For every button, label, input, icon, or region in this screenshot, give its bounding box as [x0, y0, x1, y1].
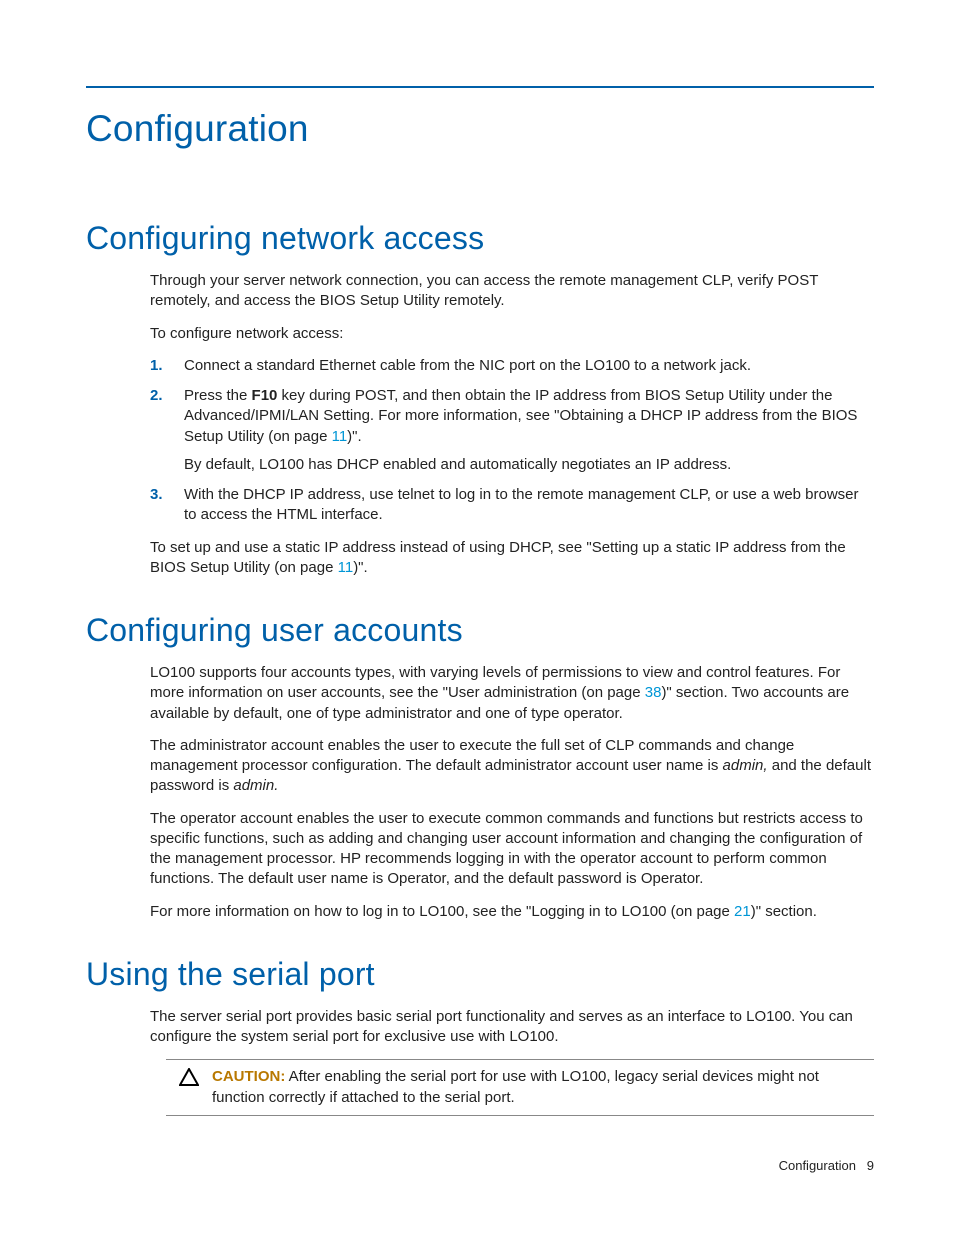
text-run: To set up and use a static IP address in… — [150, 539, 846, 576]
step-item: 1. Connect a standard Ethernet cable fro… — [150, 356, 874, 376]
text-run: For more information on how to log in to… — [150, 903, 734, 920]
step-number: 2. — [150, 386, 163, 406]
default-username: admin, — [723, 757, 768, 774]
text-run: )" section. — [751, 903, 817, 920]
ordered-steps: 1. Connect a standard Ethernet cable fro… — [150, 356, 874, 526]
step-item: 3. With the DHCP IP address, use telnet … — [150, 485, 874, 526]
paragraph: To set up and use a static IP address in… — [150, 538, 874, 579]
caution-icon — [166, 1067, 212, 1086]
page-reference-link[interactable]: 21 — [734, 903, 751, 920]
paragraph: To configure network access: — [150, 324, 874, 344]
step-note: By default, LO100 has DHCP enabled and a… — [184, 455, 874, 475]
section-body-serial: The server serial port provides basic se… — [150, 1007, 874, 1116]
step-number: 3. — [150, 485, 163, 505]
section-body-users: LO100 supports four accounts types, with… — [150, 663, 874, 922]
step-item: 2. Press the F10 key during POST, and th… — [150, 386, 874, 475]
key-name: F10 — [252, 387, 278, 404]
paragraph: The server serial port provides basic se… — [150, 1007, 874, 1048]
section-heading-network: Configuring network access — [86, 220, 874, 257]
text-run: )". — [353, 559, 368, 576]
caution-box: CAUTION: After enabling the serial port … — [166, 1059, 874, 1116]
page-reference-link[interactable]: 11 — [332, 428, 348, 445]
page-footer: Configuration 9 — [779, 1158, 874, 1173]
page-reference-link[interactable]: 38 — [645, 684, 662, 701]
footer-section-name: Configuration — [779, 1158, 856, 1173]
page-reference-link[interactable]: 11 — [338, 559, 354, 576]
section-body-network: Through your server network connection, … — [150, 271, 874, 578]
paragraph: The operator account enables the user to… — [150, 809, 874, 890]
paragraph: The administrator account enables the us… — [150, 736, 874, 797]
paragraph: For more information on how to log in to… — [150, 902, 874, 922]
caution-body: After enabling the serial port for use w… — [212, 1068, 819, 1105]
section-heading-users: Configuring user accounts — [86, 612, 874, 649]
default-password: admin. — [233, 777, 278, 794]
caution-text: CAUTION: After enabling the serial port … — [212, 1067, 874, 1108]
text-run: The administrator account enables the us… — [150, 737, 794, 774]
step-text: With the DHCP IP address, use telnet to … — [184, 485, 874, 526]
page: Configuration Configuring network access… — [0, 0, 954, 1235]
step-number: 1. — [150, 356, 163, 376]
paragraph: LO100 supports four accounts types, with… — [150, 663, 874, 724]
step-text: Press the F10 key during POST, and then … — [184, 386, 874, 447]
text-run: key during POST, and then obtain the IP … — [184, 387, 857, 445]
text-run: )". — [347, 428, 362, 445]
caution-label: CAUTION: — [212, 1068, 285, 1085]
footer-page-number: 9 — [867, 1158, 874, 1173]
section-heading-serial: Using the serial port — [86, 956, 874, 993]
step-text: Connect a standard Ethernet cable from t… — [184, 356, 874, 376]
top-rule — [86, 86, 874, 88]
paragraph: Through your server network connection, … — [150, 271, 874, 312]
text-run: Press the — [184, 387, 252, 404]
chapter-title: Configuration — [86, 108, 874, 150]
